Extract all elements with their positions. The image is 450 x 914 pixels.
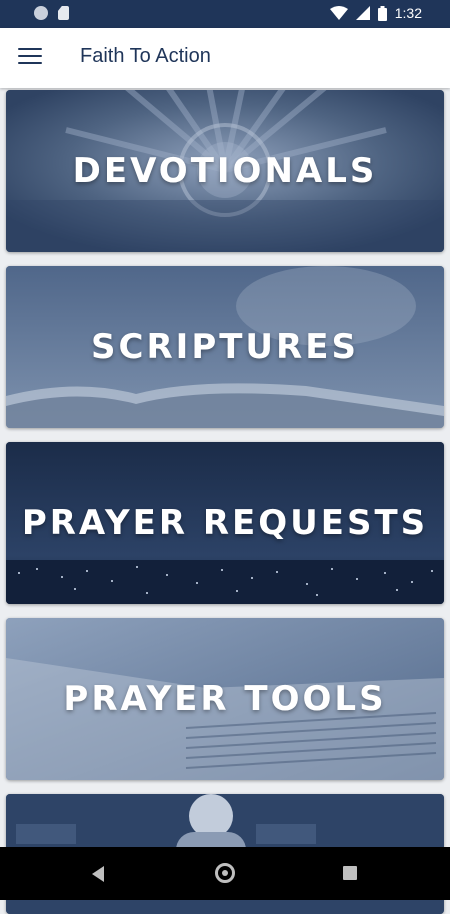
prayer-tools-card[interactable]: PRAYER TOOLS xyxy=(6,618,444,780)
recent-apps-icon[interactable] xyxy=(343,866,357,880)
back-icon[interactable] xyxy=(92,866,104,882)
wifi-icon xyxy=(329,6,348,20)
prayer-requests-label: PRAYER REQUESTS xyxy=(21,503,429,543)
notification-dot-icon xyxy=(34,6,48,20)
scriptures-label: SCRIPTURES xyxy=(91,327,359,367)
system-nav-bar xyxy=(0,847,450,900)
hamburger-menu-icon[interactable] xyxy=(18,48,42,68)
devotionals-label: DEVOTIONALS xyxy=(72,151,378,191)
app-bar: Faith To Action xyxy=(0,28,450,88)
prayer-requests-card[interactable]: PRAYER REQUESTS xyxy=(6,442,444,604)
battery-icon xyxy=(377,5,387,21)
status-time: 1:32 xyxy=(394,5,422,21)
devotionals-card[interactable]: DEVOTIONALS xyxy=(6,90,444,252)
signal-icon xyxy=(355,6,370,20)
home-icon[interactable] xyxy=(215,863,235,883)
scriptures-card[interactable]: SCRIPTURES xyxy=(6,266,444,428)
prayer-tools-label: PRAYER TOOLS xyxy=(63,679,387,719)
app-title: Faith To Action xyxy=(80,45,211,67)
status-bar: 1:32 xyxy=(0,0,450,28)
sd-card-icon xyxy=(58,6,69,20)
